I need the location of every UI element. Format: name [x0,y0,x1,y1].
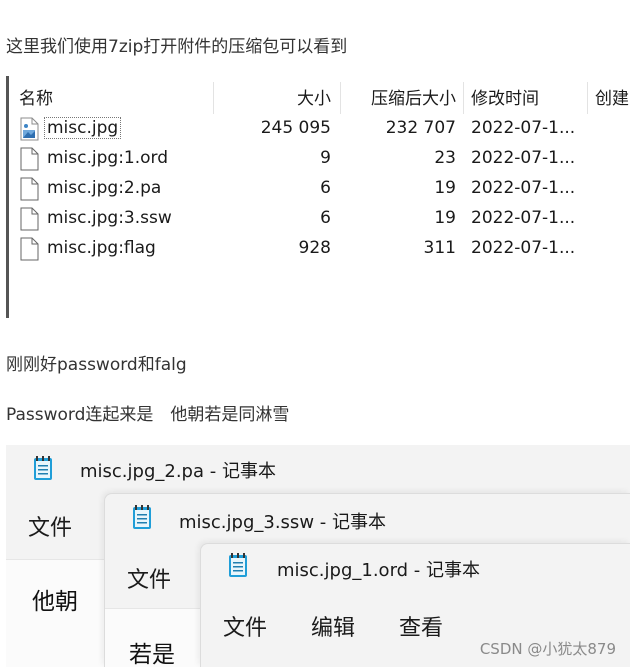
intro-text: 这里我们使用7zip打开附件的压缩包可以看到 [6,37,348,57]
image-file-icon [20,117,39,141]
file-name: misc.jpg [43,117,122,139]
file-modified: 2022-07-1... [471,118,576,138]
column-header-name[interactable]: 名称 [19,84,53,109]
file-modified: 2022-07-1... [471,208,576,228]
notepad-icon [133,505,151,529]
file-size: 928 [298,238,331,258]
file-modified: 2022-07-1... [471,238,576,258]
7zip-file-list: 名称 大小 压缩后大小 修改时间 创建 misc.jpg 245 095 232… [6,76,630,318]
file-packed-size: 23 [434,148,456,168]
file-list-header: 名称 大小 压缩后大小 修改时间 创建 [9,82,630,114]
file-size: 6 [320,178,331,198]
file-row[interactable]: misc.jpg 245 095 232 707 2022-07-1... [9,114,630,142]
file-modified: 2022-07-1... [471,178,576,198]
file-packed-size: 311 [423,238,456,258]
menu-edit[interactable]: 编辑 [311,610,355,642]
notepad-title: misc.jpg_1.ord - 记事本 [277,560,481,581]
menu-file[interactable]: 文件 [223,610,267,642]
file-row[interactable]: misc.jpg:3.ssw 6 19 2022-07-1... [9,204,630,232]
file-name: misc.jpg:flag [47,238,156,258]
notepad-edit-area[interactable]: 若是 [105,608,203,667]
notepad-title: misc.jpg_3.ssw - 记事本 [179,512,386,533]
file-packed-size: 232 707 [385,118,456,138]
password-joined-text: Password连起来是 他朝若是同淋雪 [6,405,290,425]
column-divider[interactable] [463,82,464,114]
file-modified: 2022-07-1... [471,148,576,168]
notepad-icon [229,553,247,577]
file-packed-size: 19 [434,178,456,198]
notepad-content: 若是 [129,642,175,667]
menu-file[interactable]: 文件 [127,562,171,594]
file-row[interactable]: misc.jpg:2.pa 6 19 2022-07-1... [9,174,630,202]
file-icon [20,237,39,261]
file-row[interactable]: misc.jpg:flag 928 311 2022-07-1... [9,234,630,262]
column-header-modified[interactable]: 修改时间 [471,84,539,109]
menu-view[interactable]: 查看 [399,610,443,642]
csdn-watermark: CSDN @小犹太879 [479,640,616,658]
file-icon [20,177,39,201]
file-size: 6 [320,208,331,228]
column-header-size[interactable]: 大小 [213,84,331,109]
menu-file[interactable]: 文件 [28,510,72,542]
file-icon [20,207,39,231]
notepad-title: misc.jpg_2.pa - 记事本 [80,461,276,482]
column-divider[interactable] [587,82,588,114]
notepad-content: 他朝 [32,589,78,615]
column-header-created[interactable]: 创建 [595,84,629,109]
password-flag-text: 刚刚好password和falg [6,355,187,375]
file-row[interactable]: misc.jpg:1.ord 9 23 2022-07-1... [9,144,630,172]
file-name: misc.jpg:3.ssw [47,208,172,228]
column-header-packed-size[interactable]: 压缩后大小 [340,84,456,109]
file-name: misc.jpg:2.pa [47,178,162,198]
file-size: 9 [320,148,331,168]
notepad-edit-area[interactable]: 他朝 [6,559,104,667]
file-packed-size: 19 [434,208,456,228]
file-icon [20,147,39,171]
file-name: misc.jpg:1.ord [47,148,169,168]
file-size: 245 095 [260,118,331,138]
notepad-windows: misc.jpg_2.pa - 记事本 文件 他朝 misc.jpg_3.ssw… [6,445,630,667]
notepad-icon [34,456,52,480]
